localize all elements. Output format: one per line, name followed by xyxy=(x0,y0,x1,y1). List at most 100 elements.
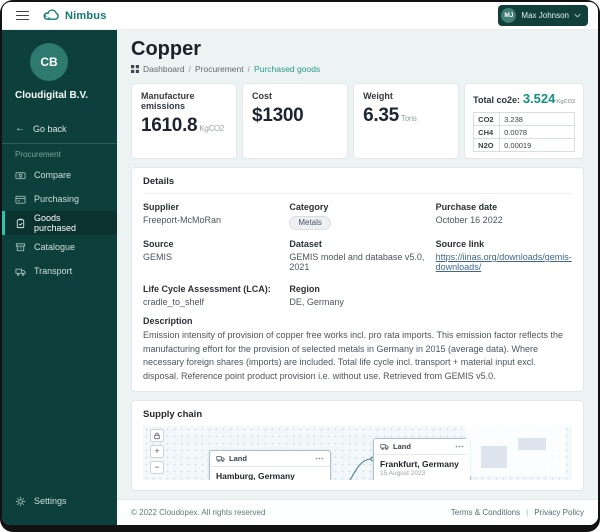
breadcrumb-item[interactable]: Dashboard xyxy=(143,64,185,74)
ellipsis-menu-icon[interactable] xyxy=(455,445,464,448)
total-co2e-label: Total co2e: xyxy=(473,95,520,105)
breadcrumb-item-current[interactable]: Purchased goods xyxy=(254,64,320,74)
sidebar-item-label: Transport xyxy=(34,266,73,276)
stat-value: $1300 xyxy=(252,105,304,126)
truck-icon xyxy=(216,454,225,463)
sidebar-item-label: Settings xyxy=(34,496,67,506)
main-content: Copper Dashboard / Procurement / Purchas… xyxy=(117,30,598,499)
zoom-out-button[interactable]: − xyxy=(150,461,164,474)
go-back-button[interactable]: ← Go back xyxy=(2,117,117,140)
sidebar: CB Cloudigital B.V. ← Go back Procuremen… xyxy=(2,30,117,525)
zoom-in-button[interactable]: + xyxy=(150,445,164,458)
table-row: CH4 0.0078 xyxy=(473,125,575,139)
minimap-node xyxy=(518,438,546,450)
table-row: CO2 3.238 xyxy=(473,112,575,126)
gas-value: 0.0078 xyxy=(499,125,575,139)
breadcrumb-item[interactable]: Procurement xyxy=(195,64,244,74)
supplier-field: Supplier Freeport-McMoRan xyxy=(143,202,222,225)
stat-cards-row: Manufacture emissions 1610.8 KgCO2 Cost $… xyxy=(131,83,584,159)
gas-breakdown-table: CO2 3.238 CH4 0.0078 N2O 0.00019 xyxy=(473,112,575,152)
clipboard-check-icon xyxy=(15,218,26,229)
credit-card-icon xyxy=(15,194,26,205)
brand-logo[interactable]: Nimbus xyxy=(41,8,107,23)
stat-value: 1610.8 KgCO2 xyxy=(141,115,225,136)
sidebar-item-catalogue[interactable]: Catalogue xyxy=(2,235,117,259)
gear-icon xyxy=(15,496,26,507)
gas-name: N2O xyxy=(473,138,501,152)
map-controls: + − xyxy=(150,429,164,474)
source-field: Source GEMIS xyxy=(143,239,174,262)
gas-value: 3.238 xyxy=(499,112,575,126)
window-frame: Nimbus MJ Max Johnson CB Cloudigital B.V… xyxy=(0,0,600,532)
node-date: 15 August 2023 xyxy=(380,470,426,477)
stat-unit: Tons xyxy=(400,114,417,123)
supply-chain-map[interactable]: Land Hamburg, Germany 14 August 2023 Add… xyxy=(143,426,572,480)
archive-box-icon xyxy=(15,242,26,253)
truck-icon xyxy=(15,266,26,277)
stat-label: Weight xyxy=(363,91,393,101)
user-avatar: MJ xyxy=(501,8,517,23)
shipment-node-frankfurt[interactable]: Land Frankfurt, Germany 15 August 2023 A… xyxy=(373,438,471,480)
terms-link[interactable]: Terms & Conditions xyxy=(451,508,520,517)
page-title: Copper xyxy=(131,38,201,60)
weight-card: Weight 6.35 Tons xyxy=(353,83,460,159)
footer-separator: | xyxy=(526,508,529,517)
org-name: Cloudigital B.V. xyxy=(15,90,88,101)
truck-icon xyxy=(380,442,389,451)
sidebar-item-transport[interactable]: Transport xyxy=(2,259,117,283)
org-avatar: CB xyxy=(30,43,68,81)
go-back-label: Go back xyxy=(33,123,67,134)
hamburger-menu-icon[interactable] xyxy=(16,10,29,21)
stat-value: 6.35 Tons xyxy=(363,105,417,126)
table-row: N2O 0.00019 xyxy=(473,138,575,152)
sidebar-item-label: Goods purchased xyxy=(34,213,77,233)
lock-button[interactable] xyxy=(150,429,164,442)
breadcrumb-separator: / xyxy=(247,64,251,74)
sidebar-item-goods-purchased[interactable]: Goods purchased xyxy=(2,211,117,235)
transport-type-label: Land xyxy=(393,442,411,451)
sidebar-section-label: Procurement xyxy=(15,150,61,159)
sidebar-item-label: Compare xyxy=(34,170,72,180)
source-link[interactable]: https://iinas.org/downloads/gemis-downlo… xyxy=(436,252,572,272)
brand-name: Nimbus xyxy=(65,9,107,22)
transport-type-label: Land xyxy=(229,454,247,463)
breadcrumb-separator: / xyxy=(188,64,191,74)
sidebar-item-label: Catalogue xyxy=(34,242,76,252)
total-co2e-unit: KgCO2 xyxy=(556,99,575,105)
copyright-text: © 2022 Cloudopex. All rights reserved xyxy=(131,508,266,517)
topbar: Nimbus MJ Max Johnson xyxy=(2,2,598,30)
category-badge: Metals xyxy=(289,215,331,230)
banknote-icon xyxy=(15,170,26,181)
total-co2e-card: Total co2e: 3.524KgCO2 CO2 3.238 CH4 0.007… xyxy=(464,83,584,159)
sidebar-item-compare[interactable]: Compare xyxy=(2,163,117,187)
chevron-down-icon xyxy=(574,13,581,18)
sidebar-item-purchasing[interactable]: Purchasing xyxy=(2,187,117,211)
dashboard-grid-icon xyxy=(131,65,139,73)
source-link-field: Source link https://iinas.org/downloads/… xyxy=(435,239,572,272)
purchase-date-field: Purchase date October 16 2022 xyxy=(435,202,503,225)
shipment-node-hamburg[interactable]: Land Hamburg, Germany 14 August 2023 Add… xyxy=(209,450,331,480)
stat-label: Cost xyxy=(252,91,273,101)
sidebar-item-settings[interactable]: Settings xyxy=(2,489,117,513)
supply-chain-panel: Supply chain Land Hamburg, Germany Land … xyxy=(131,400,584,491)
cloud-logo-icon xyxy=(41,8,63,23)
breadcrumb: Dashboard / Procurement / Purchased good… xyxy=(131,64,584,74)
minimap[interactable] xyxy=(466,426,566,476)
node-city: Hamburg, Germany xyxy=(216,471,295,480)
app-window: Nimbus MJ Max Johnson CB Cloudigital B.V… xyxy=(2,2,598,525)
user-menu-button[interactable]: MJ Max Johnson xyxy=(498,5,588,26)
divider xyxy=(143,193,572,194)
stat-label: Manufacture emissions xyxy=(141,91,195,111)
dataset-field: Dataset GEMIS model and database v5.0, 2… xyxy=(289,239,425,272)
gas-value: 0.00019 xyxy=(499,138,575,152)
ellipsis-menu-icon[interactable] xyxy=(315,457,324,460)
privacy-link[interactable]: Privacy Policy xyxy=(534,508,584,517)
lca-field: Life Cycle Assessment (LCA): cradle_to_s… xyxy=(143,284,271,307)
category-field: Category Metals xyxy=(289,202,425,230)
cost-card: Cost $1300 xyxy=(242,83,349,159)
description-field: Description Emission intensity of provis… xyxy=(143,316,572,383)
gas-name: CO2 xyxy=(473,112,501,126)
region-field: Region DE, Germany xyxy=(289,284,344,307)
manufacture-emissions-card: Manufacture emissions 1610.8 KgCO2 xyxy=(131,83,238,159)
arrow-left-icon: ← xyxy=(15,123,25,134)
